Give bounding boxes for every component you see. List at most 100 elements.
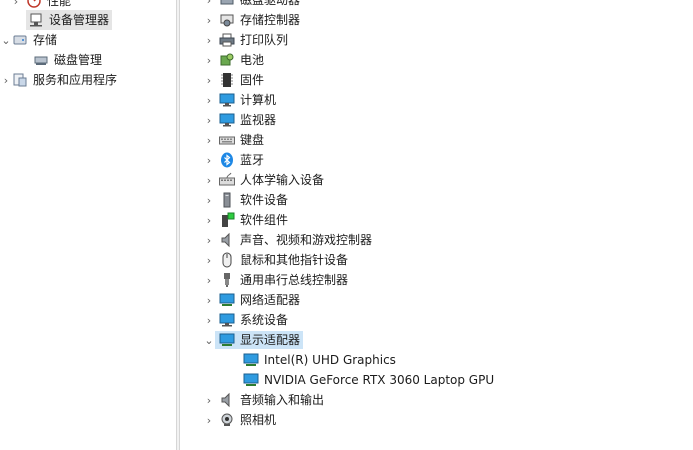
device-category-label: 计算机 — [240, 93, 277, 107]
chevron-right-icon[interactable]: › — [203, 190, 215, 210]
display-adapter-icon — [243, 372, 259, 388]
chevron-down-icon[interactable]: ⌄ — [0, 30, 12, 50]
device-category-label: 系统设备 — [240, 313, 289, 327]
chevron-right-icon[interactable]: › — [203, 210, 215, 230]
device-category-label: 人体学输入设备 — [240, 173, 325, 187]
chevron-right-icon[interactable]: › — [203, 70, 215, 90]
device-category-label: 声音、视频和游戏控制器 — [240, 233, 373, 247]
tree-item-device-manager[interactable]: 设备管理器 — [26, 10, 113, 30]
network-adapter-icon — [219, 292, 235, 308]
device-nvidia-rtx[interactable]: NVIDIA GeForce RTX 3060 Laptop GPU — [239, 370, 494, 390]
tree-item-disk-management[interactable]: 磁盘管理 — [29, 50, 102, 70]
computer-icon — [219, 92, 235, 108]
device-category-usb[interactable]: › 通用串行总线控制器 — [203, 270, 348, 290]
battery-icon — [219, 52, 235, 68]
device-category-audio-io[interactable]: › 音频输入和输出 — [203, 390, 324, 410]
device-category-label: 打印队列 — [240, 33, 289, 47]
storage-icon — [12, 32, 28, 48]
device-category-system-devices[interactable]: › 系统设备 — [203, 310, 288, 330]
device-label: NVIDIA GeForce RTX 3060 Laptop GPU — [264, 373, 495, 387]
device-category-keyboards[interactable]: › 键盘 — [203, 130, 264, 150]
printer-icon — [219, 32, 235, 48]
chevron-right-icon[interactable]: › — [203, 130, 215, 150]
speaker-icon — [219, 392, 235, 408]
device-category-batteries[interactable]: › 电池 — [203, 50, 264, 70]
chevron-right-icon[interactable]: › — [203, 30, 215, 50]
device-category-label: 磁盘驱动器 — [240, 0, 301, 7]
chevron-down-icon[interactable]: ⌄ — [203, 330, 215, 350]
device-category-label: 照相机 — [240, 413, 277, 427]
chevron-right-icon[interactable]: › — [203, 250, 215, 270]
chevron-right-icon[interactable]: › — [203, 270, 215, 290]
device-category-label: 电池 — [240, 53, 265, 67]
chevron-right-icon[interactable]: › — [10, 0, 22, 11]
device-category-label: 软件设备 — [240, 193, 289, 207]
chevron-right-icon[interactable]: › — [203, 50, 215, 70]
usb-icon — [219, 272, 235, 288]
storage-controller-icon — [219, 12, 235, 28]
tree-item-services-apps[interactable]: › 服务和应用程序 — [0, 70, 117, 90]
display-adapter-icon — [243, 352, 259, 368]
device-category-software-devices[interactable]: › 软件设备 — [203, 190, 288, 210]
device-category-bluetooth[interactable]: › 蓝牙 — [203, 150, 264, 170]
chevron-right-icon[interactable]: › — [0, 70, 12, 90]
hid-icon — [219, 172, 235, 188]
chevron-right-icon[interactable]: › — [203, 90, 215, 110]
device-category-software-components[interactable]: › 软件组件 — [203, 210, 288, 230]
chevron-right-icon[interactable]: › — [203, 110, 215, 130]
device-category-label: 音频输入和输出 — [240, 393, 325, 407]
device-category-label: 监视器 — [240, 113, 277, 127]
device-intel-uhd[interactable]: Intel(R) UHD Graphics — [239, 350, 396, 370]
keyboard-icon — [219, 132, 235, 148]
device-category-disk-drives[interactable]: › 磁盘驱动器 — [203, 0, 300, 10]
device-manager-icon — [28, 12, 44, 28]
chevron-right-icon[interactable]: › — [203, 0, 215, 10]
device-category-label: 固件 — [240, 73, 265, 87]
tree-item-label: 设备管理器 — [49, 13, 110, 27]
device-label: Intel(R) UHD Graphics — [264, 353, 396, 367]
tree-item-label: 磁盘管理 — [54, 53, 103, 67]
selected-highlight[interactable]: 显示适配器 — [215, 331, 304, 349]
device-category-mice[interactable]: › 鼠标和其他指针设备 — [203, 250, 348, 270]
chevron-right-icon[interactable]: › — [203, 150, 215, 170]
chevron-right-icon[interactable]: › — [203, 310, 215, 330]
monitor-icon — [219, 112, 235, 128]
device-category-sound-video[interactable]: › 声音、视频和游戏控制器 — [203, 230, 372, 250]
tree-item-label: 服务和应用程序 — [33, 73, 118, 87]
tree-item-storage[interactable]: ⌄ 存储 — [0, 30, 57, 50]
device-category-network-adapters[interactable]: › 网络适配器 — [203, 290, 300, 310]
speaker-icon — [219, 232, 235, 248]
chevron-right-icon[interactable]: › — [203, 390, 215, 410]
performance-icon — [26, 0, 42, 9]
disk-management-icon — [33, 52, 49, 68]
device-category-storage-controllers[interactable]: › 存储控制器 — [203, 10, 300, 30]
device-category-label: 显示适配器 — [240, 333, 301, 347]
chevron-right-icon[interactable]: › — [203, 290, 215, 310]
device-category-label: 存储控制器 — [240, 13, 301, 27]
device-category-monitors[interactable]: › 监视器 — [203, 110, 276, 130]
firmware-icon — [219, 72, 235, 88]
camera-icon — [219, 412, 235, 428]
display-adapter-icon — [219, 332, 235, 348]
chevron-right-icon[interactable]: › — [203, 10, 215, 30]
device-category-label: 通用串行总线控制器 — [240, 273, 349, 287]
device-category-hid[interactable]: › 人体学输入设备 — [203, 170, 324, 190]
tree-item-label: 存储 — [33, 33, 58, 47]
chevron-right-icon[interactable]: › — [203, 170, 215, 190]
services-apps-icon — [12, 72, 28, 88]
device-category-label: 键盘 — [240, 133, 265, 147]
software-component-icon — [219, 212, 235, 228]
device-category-computer[interactable]: › 计算机 — [203, 90, 276, 110]
system-device-icon — [219, 312, 235, 328]
device-category-firmware[interactable]: › 固件 — [203, 70, 264, 90]
bluetooth-icon — [219, 152, 235, 168]
device-category-label: 蓝牙 — [240, 153, 265, 167]
chevron-right-icon[interactable]: › — [203, 230, 215, 250]
device-category-display-adapters[interactable]: ⌄ 显示适配器 — [203, 330, 304, 350]
chevron-right-icon[interactable]: › — [203, 410, 215, 430]
console-tree: › 性能 设备管理器 ⌄ 存储 磁盘管理 › 服务和应用程序 — [0, 0, 176, 450]
device-category-cameras[interactable]: › 照相机 — [203, 410, 276, 430]
device-category-print-queues[interactable]: › 打印队列 — [203, 30, 288, 50]
software-device-icon — [219, 192, 235, 208]
pane-splitter[interactable] — [176, 0, 180, 450]
